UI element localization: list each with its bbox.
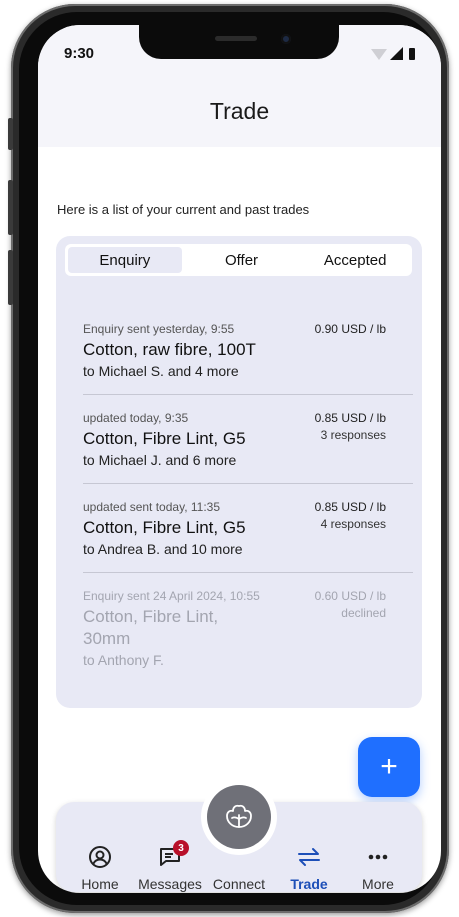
page-title: Trade bbox=[209, 98, 270, 124]
trade-recipients: to Andrea B. and 10 more bbox=[83, 541, 243, 557]
nav-messages-label: Messages bbox=[138, 876, 202, 892]
wifi-icon bbox=[371, 49, 387, 60]
plus-icon: + bbox=[380, 750, 398, 783]
swap-arrows-icon bbox=[298, 848, 320, 866]
status-time: 9:30 bbox=[64, 45, 95, 62]
user-circle-icon bbox=[89, 846, 111, 868]
signal-icon bbox=[390, 47, 403, 60]
notch bbox=[139, 25, 339, 59]
trade-responses: 4 responses bbox=[320, 517, 386, 531]
app-screen: 9:30 Trade Here is a list of your curren… bbox=[38, 25, 441, 893]
add-trade-button[interactable]: + bbox=[358, 737, 420, 797]
tab-accepted[interactable]: Accepted bbox=[298, 244, 412, 276]
trade-product: Cotton, Fibre Lint, 30mm bbox=[83, 607, 219, 648]
nav-connect[interactable]: Connect bbox=[204, 844, 274, 892]
trades-card: Enquiry Offer Accepted Enquiry sent yest… bbox=[56, 236, 422, 708]
bottom-nav: Home 3 Messages Connect Trade More bbox=[56, 779, 422, 892]
nav-more-label: More bbox=[362, 876, 394, 892]
speaker bbox=[215, 36, 257, 41]
divider bbox=[83, 483, 413, 484]
trade-price: 0.85 USD / lb bbox=[314, 500, 386, 514]
nav-home[interactable]: Home bbox=[65, 844, 135, 892]
trade-responses: 3 responses bbox=[320, 428, 386, 442]
trade-recipients: to Michael S. and 4 more bbox=[83, 363, 239, 379]
nav-trade-label: Trade bbox=[290, 876, 328, 892]
connect-button-inner bbox=[207, 785, 271, 849]
tab-enquiry[interactable]: Enquiry bbox=[68, 247, 182, 273]
trade-price: 0.85 USD / lb bbox=[314, 411, 386, 425]
nav-home-label: Home bbox=[81, 876, 119, 892]
nav-more[interactable]: More bbox=[343, 844, 413, 892]
tab-offer[interactable]: Offer bbox=[185, 244, 299, 276]
intro-text: Here is a list of your current and past … bbox=[57, 202, 310, 217]
trade-status: declined bbox=[341, 606, 386, 620]
battery-icon bbox=[409, 48, 415, 60]
more-dots-icon bbox=[368, 854, 388, 860]
side-button-mute bbox=[8, 118, 13, 150]
divider bbox=[83, 394, 413, 395]
trade-item[interactable]: updated today, 9:35 Cotton, Fibre Lint, … bbox=[83, 411, 386, 468]
status-icons bbox=[371, 47, 415, 60]
trade-item[interactable]: Enquiry sent yesterday, 9:55 Cotton, raw… bbox=[83, 322, 386, 379]
nav-connect-label: Connect bbox=[212, 876, 266, 892]
nav-messages[interactable]: 3 Messages bbox=[135, 840, 205, 892]
trade-price: 0.60 USD / lb bbox=[314, 589, 386, 603]
trade-item[interactable]: updated sent today, 11:35 Cotton, Fibre … bbox=[83, 500, 386, 557]
trade-product: Cotton, raw fibre, 100T bbox=[83, 340, 256, 359]
trade-recipients: to Michael J. and 6 more bbox=[83, 452, 237, 468]
messages-badge: 3 bbox=[173, 840, 189, 856]
front-camera bbox=[281, 34, 291, 44]
trade-item-declined[interactable]: Enquiry sent 24 April 2024, 10:55 Cotton… bbox=[83, 589, 386, 668]
trade-tabs: Enquiry Offer Accepted bbox=[65, 244, 412, 276]
cotton-flower-icon bbox=[226, 804, 252, 828]
nav-trade[interactable]: Trade bbox=[274, 844, 344, 892]
side-button-volume-up bbox=[8, 180, 13, 235]
trade-price: 0.90 USD / lb bbox=[314, 322, 386, 336]
trade-recipients: to Anthony F. bbox=[83, 652, 164, 668]
divider bbox=[83, 572, 413, 573]
side-button-volume-down bbox=[8, 250, 13, 305]
